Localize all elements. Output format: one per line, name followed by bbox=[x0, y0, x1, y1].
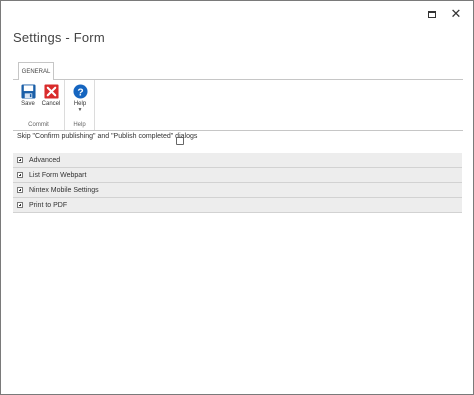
ribbon: Save Cancel Commit ? Help ▼ Help bbox=[13, 79, 463, 131]
ribbon-group-label-commit: Commit bbox=[28, 122, 49, 128]
section-list-form-webpart[interactable]: List Form Webpart bbox=[13, 168, 462, 183]
ribbon-group-commit: Save Cancel Commit bbox=[13, 80, 65, 130]
expand-icon bbox=[17, 187, 23, 193]
svg-text:?: ? bbox=[77, 87, 83, 98]
section-label: Print to PDF bbox=[29, 201, 68, 209]
section-print-to-pdf[interactable]: Print to PDF bbox=[13, 198, 462, 213]
close-icon: ✕ bbox=[450, 6, 462, 22]
expand-icon bbox=[17, 172, 23, 178]
maximize-icon bbox=[428, 10, 436, 18]
section-label: List Form Webpart bbox=[29, 171, 87, 179]
settings-sections: Advanced List Form Webpart Nintex Mobile… bbox=[13, 153, 462, 213]
cancel-button[interactable]: Cancel bbox=[40, 84, 62, 107]
cancel-icon bbox=[43, 84, 59, 99]
expand-icon bbox=[17, 202, 23, 208]
close-button[interactable]: ✕ bbox=[449, 7, 463, 21]
chevron-down-icon: ▼ bbox=[77, 107, 83, 113]
section-nintex-mobile-settings[interactable]: Nintex Mobile Settings bbox=[13, 183, 462, 198]
maximize-button[interactable] bbox=[425, 7, 439, 21]
save-button[interactable]: Save bbox=[17, 84, 39, 107]
dialog-title: Settings - Form bbox=[13, 30, 105, 45]
ribbon-group-help: ? Help ▼ Help bbox=[65, 80, 95, 130]
section-advanced[interactable]: Advanced bbox=[13, 153, 462, 168]
window-controls: ✕ bbox=[425, 7, 463, 21]
help-button[interactable]: ? Help ▼ bbox=[69, 84, 91, 113]
save-icon bbox=[20, 84, 36, 99]
ribbon-group-label-help: Help bbox=[73, 122, 86, 128]
cancel-button-label: Cancel bbox=[41, 101, 61, 107]
settings-dialog-window: ✕ Settings - Form GENERAL Save Cancel Co… bbox=[0, 0, 474, 395]
expand-icon bbox=[17, 157, 23, 163]
tab-general[interactable]: GENERAL bbox=[18, 62, 54, 80]
help-icon: ? bbox=[72, 84, 88, 99]
save-button-label: Save bbox=[21, 101, 35, 107]
skip-dialogs-checkbox[interactable] bbox=[176, 137, 184, 145]
section-label: Advanced bbox=[29, 156, 61, 164]
section-label: Nintex Mobile Settings bbox=[29, 186, 99, 194]
